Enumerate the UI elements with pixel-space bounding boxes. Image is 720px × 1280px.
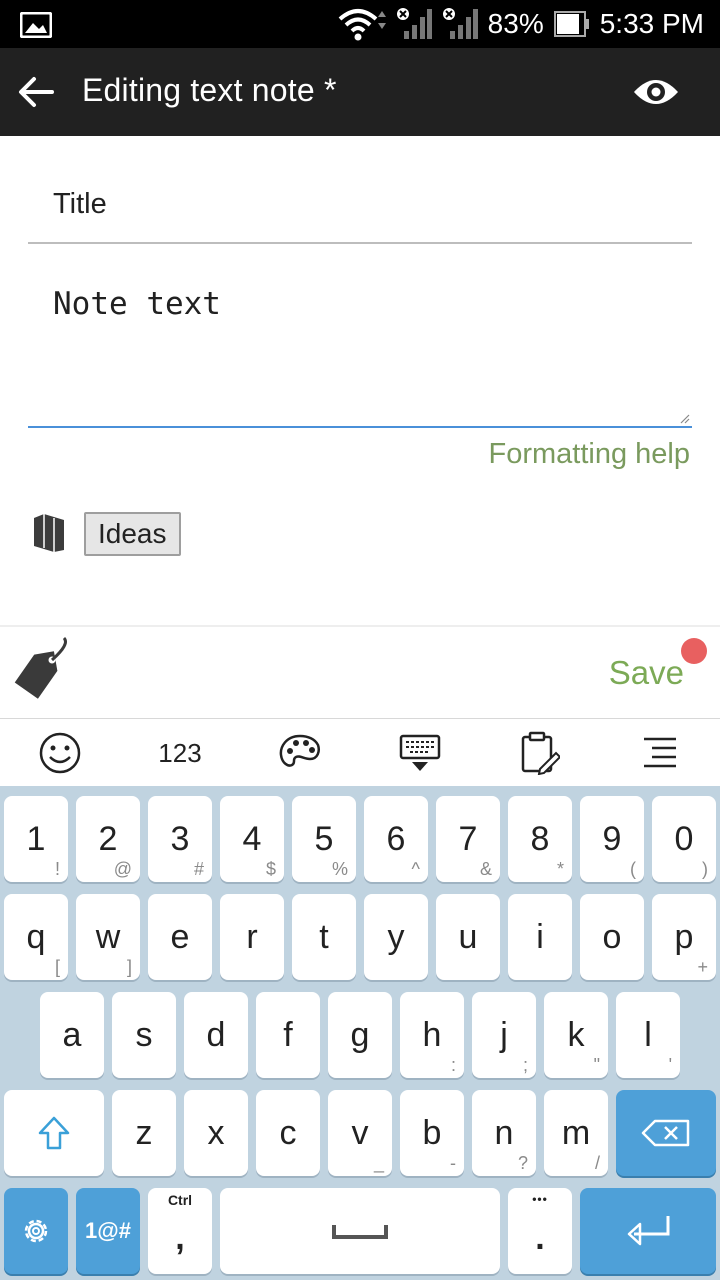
title-placeholder: Title xyxy=(53,188,107,220)
note-text-input[interactable]: Note text xyxy=(28,270,692,428)
backspace-key[interactable] xyxy=(616,1090,716,1176)
tag-chip[interactable]: Ideas xyxy=(84,512,181,556)
key-n[interactable]: n? xyxy=(472,1090,536,1176)
formatting-help-link[interactable]: Formatting help xyxy=(489,438,691,471)
clock: 5:33 PM xyxy=(599,8,704,39)
key-3[interactable]: 3 # xyxy=(148,796,212,882)
clipboard-icon xyxy=(521,731,560,775)
comma-key[interactable]: Ctrl , xyxy=(148,1188,212,1274)
shift-icon xyxy=(38,1116,70,1150)
key-e[interactable]: e xyxy=(148,894,212,980)
resize-handle-icon[interactable] xyxy=(678,412,690,424)
key-o[interactable]: o xyxy=(580,894,644,980)
wifi-icon xyxy=(338,9,386,41)
battery-percent: 83% xyxy=(487,8,544,39)
divider xyxy=(0,625,720,627)
emoji-button[interactable] xyxy=(30,729,90,777)
menu-button[interactable] xyxy=(630,729,690,777)
app-bar: Editing text note * xyxy=(0,48,720,136)
key-u[interactable]: u xyxy=(436,894,500,980)
title-input[interactable]: Title xyxy=(28,168,692,244)
back-button[interactable] xyxy=(12,68,60,116)
key-g[interactable]: g xyxy=(328,992,392,1078)
keyboard-toolbar: 123 xyxy=(0,718,720,786)
save-button[interactable]: Save xyxy=(609,654,684,692)
key-2[interactable]: 2 @ xyxy=(76,796,140,882)
space-key[interactable] xyxy=(220,1188,500,1274)
period-key[interactable]: ••• . xyxy=(508,1188,572,1274)
key-z[interactable]: z xyxy=(112,1090,176,1176)
status-bar: 83% 5:33 PM xyxy=(0,0,720,48)
unsaved-indicator xyxy=(681,638,707,664)
key-y[interactable]: y xyxy=(364,894,428,980)
key-c[interactable]: c xyxy=(256,1090,320,1176)
key-8[interactable]: 8 * xyxy=(508,796,572,882)
backspace-icon xyxy=(641,1119,690,1147)
battery-icon xyxy=(553,11,589,37)
hide-keyboard-button[interactable] xyxy=(390,729,450,777)
key-7[interactable]: 7 & xyxy=(436,796,500,882)
key-j[interactable]: j; xyxy=(472,992,536,1078)
eye-icon xyxy=(634,80,678,104)
page-title: Editing text note * xyxy=(82,72,337,108)
key-t[interactable]: t xyxy=(292,894,356,980)
menu-icon xyxy=(644,737,676,768)
arrow-left-icon xyxy=(19,77,54,107)
tag-icon[interactable] xyxy=(10,636,72,700)
key-q[interactable]: q[ xyxy=(4,894,68,980)
key-6[interactable]: 6 ^ xyxy=(364,796,428,882)
theme-button[interactable] xyxy=(270,729,330,777)
key-f[interactable]: f xyxy=(256,992,320,1078)
keyboard: 1! 2 @ 3 # 4 $ 5% 6 ^ 7 & 8 * 9( 0) q[ w] e r … xyxy=(0,786,720,1280)
key-4[interactable]: 4 $ xyxy=(220,796,284,882)
signal-icon xyxy=(442,8,478,39)
notebook-icon[interactable] xyxy=(32,512,66,552)
enter-key[interactable] xyxy=(580,1188,716,1274)
key-i[interactable]: i xyxy=(508,894,572,980)
key-5[interactable]: 5% xyxy=(292,796,356,882)
key-b[interactable]: b- xyxy=(400,1090,464,1176)
shift-key[interactable] xyxy=(4,1090,104,1176)
key-9[interactable]: 9( xyxy=(580,796,644,882)
key-d[interactable]: d xyxy=(184,992,248,1078)
settings-key[interactable] xyxy=(4,1188,68,1274)
gear-icon xyxy=(24,1219,48,1243)
symbols-key[interactable]: 1@# xyxy=(76,1188,140,1274)
key-l[interactable]: l ' xyxy=(616,992,680,1078)
key-h[interactable]: h: xyxy=(400,992,464,1078)
gallery-notification-icon xyxy=(20,12,52,38)
palette-icon xyxy=(279,734,320,767)
key-m[interactable]: m / xyxy=(544,1090,608,1176)
space-icon xyxy=(332,1225,388,1239)
emoji-icon xyxy=(39,732,81,774)
key-r[interactable]: r xyxy=(220,894,284,980)
key-1[interactable]: 1! xyxy=(4,796,68,882)
note-placeholder: Note text xyxy=(53,286,221,322)
signal-icon xyxy=(396,8,432,39)
preview-button[interactable] xyxy=(630,70,682,114)
enter-icon xyxy=(627,1216,670,1246)
numbers-button[interactable]: 123 xyxy=(150,729,210,777)
key-v[interactable]: v _ xyxy=(328,1090,392,1176)
key-a[interactable]: a xyxy=(40,992,104,1078)
key-x[interactable]: x xyxy=(184,1090,248,1176)
key-k[interactable]: k " xyxy=(544,992,608,1078)
key-s[interactable]: s xyxy=(112,992,176,1078)
status-icons: 83% 5:33 PM xyxy=(336,0,704,48)
key-0[interactable]: 0) xyxy=(652,796,716,882)
key-w[interactable]: w] xyxy=(76,894,140,980)
clipboard-button[interactable] xyxy=(510,729,570,777)
keyboard-hide-icon xyxy=(399,734,441,771)
key-p[interactable]: p + xyxy=(652,894,716,980)
